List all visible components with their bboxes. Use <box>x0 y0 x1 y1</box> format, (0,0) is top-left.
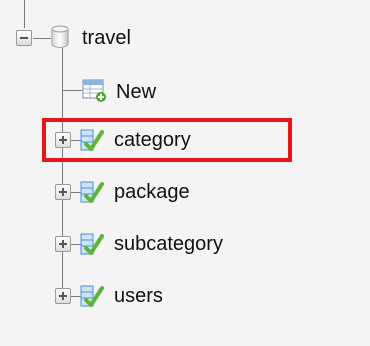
expand-icon[interactable] <box>55 288 71 304</box>
tree-connector <box>62 90 82 91</box>
tree-item-subcategory[interactable]: subcategory <box>0 224 260 264</box>
tree-item-new[interactable]: New <box>0 70 200 110</box>
expand-icon[interactable] <box>55 184 71 200</box>
tree-row-database[interactable]: travel <box>0 18 200 58</box>
database-icon <box>51 25 69 48</box>
collapse-icon[interactable] <box>16 30 32 46</box>
expand-icon[interactable] <box>55 236 71 252</box>
tree-item-users[interactable]: users <box>0 276 220 316</box>
tree-connector <box>33 38 51 39</box>
tree-item-label[interactable]: users <box>114 284 163 308</box>
database-label[interactable]: travel <box>82 26 131 50</box>
tree-item-label[interactable]: package <box>114 180 190 204</box>
navigation-tree: travel New category package subcategory … <box>0 0 370 346</box>
tree-item-label[interactable]: New <box>116 80 156 104</box>
highlight-box <box>42 118 292 162</box>
table-icon <box>80 285 104 307</box>
new-table-icon <box>82 79 106 102</box>
tree-item-label[interactable]: subcategory <box>114 232 223 256</box>
tree-item-package[interactable]: package <box>0 172 240 212</box>
table-icon <box>80 181 104 203</box>
table-icon <box>80 233 104 255</box>
